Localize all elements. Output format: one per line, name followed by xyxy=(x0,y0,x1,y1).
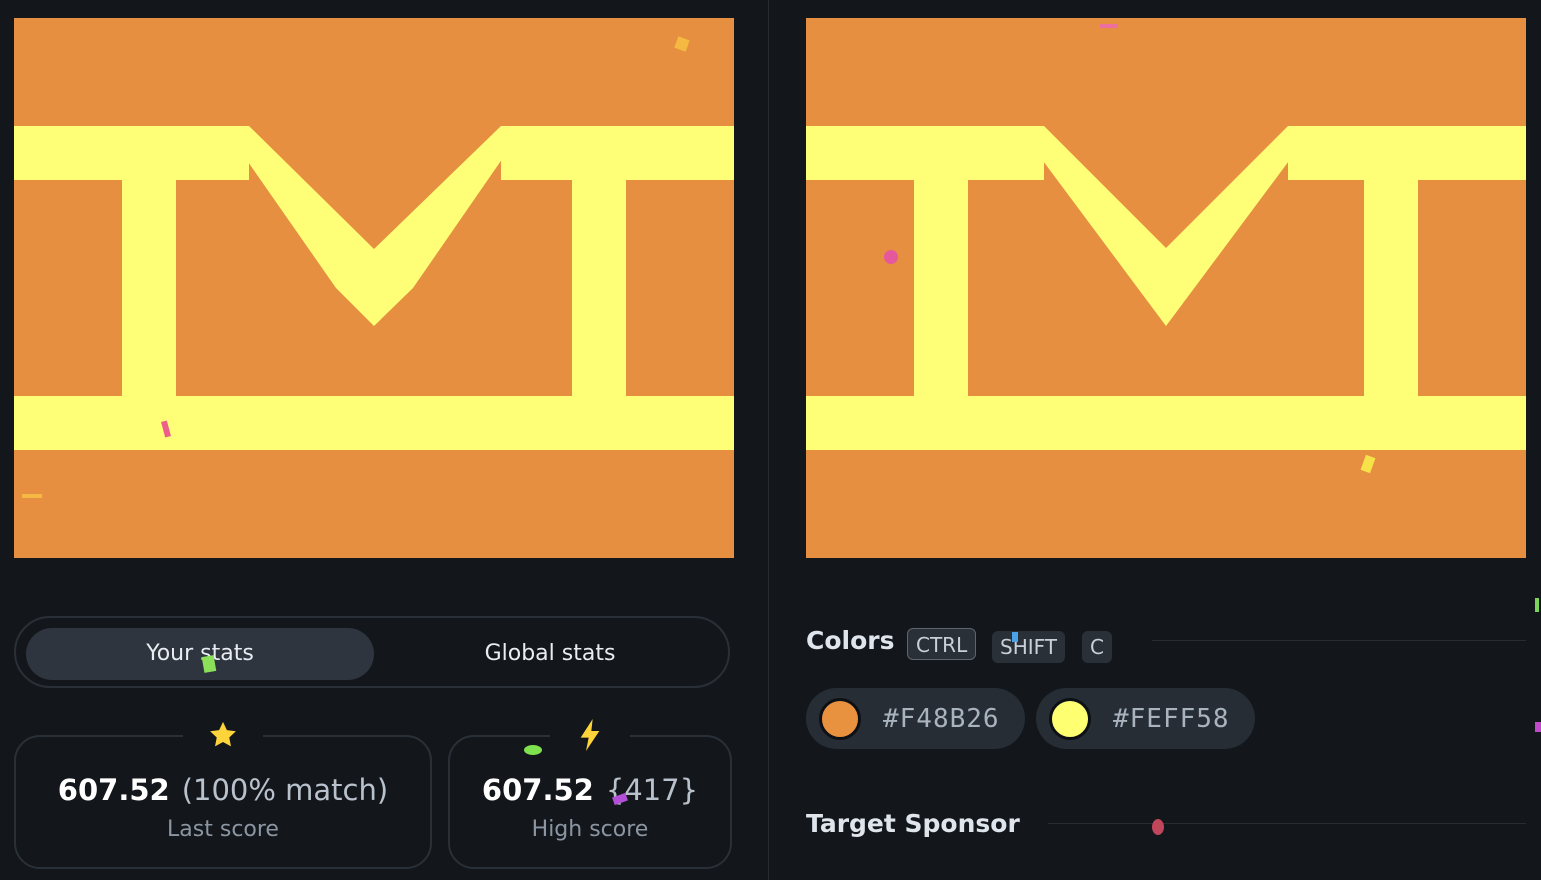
confetti-overlay xyxy=(22,24,1541,835)
